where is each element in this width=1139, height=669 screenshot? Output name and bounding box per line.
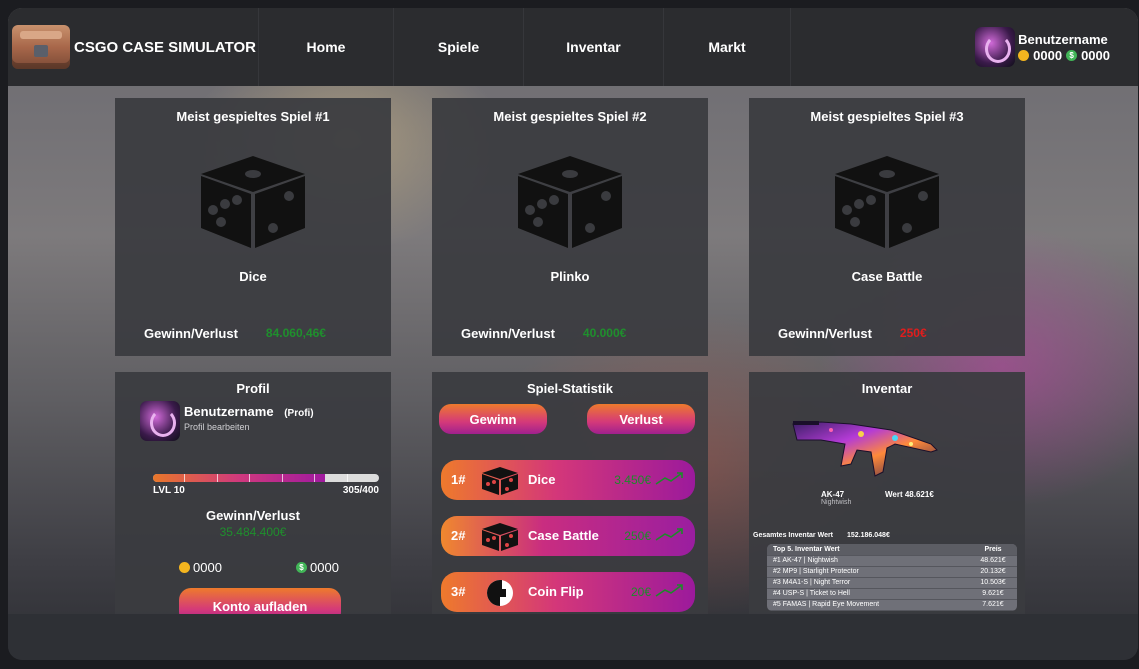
nav-inventar[interactable]: Inventar: [523, 8, 663, 86]
wl-value: 250€: [899, 326, 927, 340]
item-price: 9.621€: [969, 588, 1017, 600]
stat-rank: 2#: [451, 528, 466, 543]
trend-up-icon: [655, 472, 683, 485]
dice-icon: [482, 467, 518, 495]
win-filter-button[interactable]: Gewinn: [439, 404, 547, 434]
edit-profile-link[interactable]: Profil bearbeiten: [184, 422, 314, 432]
stat-name: Dice: [528, 472, 556, 487]
profile-name: Benutzername: [184, 404, 274, 419]
card-title: Meist gespieltes Spiel #1: [176, 109, 330, 124]
dice-icon: [835, 156, 939, 248]
profile-title: Profil: [236, 381, 270, 396]
stat-rank: 3#: [451, 584, 466, 599]
trend-up-icon: [655, 528, 683, 541]
stat-amount: 3.450€: [614, 473, 651, 487]
weapon-name: AK-47: [821, 490, 845, 499]
user-coins: 0000: [1033, 47, 1063, 63]
item-label: #4 USP-S | Ticket to Hell: [767, 588, 969, 600]
stats-title: Spiel-Statistik: [527, 381, 613, 396]
coin-icon: [179, 562, 190, 573]
navbar: CSGO CASE SIMULATOR Home Spiele Inventar…: [8, 8, 1138, 86]
table-row[interactable]: #1 AK-47 | Nightwish 48.621€: [767, 555, 1017, 567]
item-label: #2 MP9 | Starlight Protector: [767, 566, 969, 578]
profile-wl-value: 35.484.400€: [219, 525, 287, 539]
wl-value: 40.000€: [582, 326, 627, 340]
user-name: Benutzername: [1018, 31, 1108, 47]
profile-dollars: 0000: [310, 560, 339, 575]
item-label: #1 AK-47 | Nightwish: [767, 555, 969, 567]
top-game-card-3[interactable]: Meist gespieltes Spiel #3 Case Battle Ge…: [749, 98, 1025, 356]
stat-amount: 20€: [630, 585, 651, 599]
profile-panel: Profil Benutzername (Profi) Profil bearb…: [115, 372, 391, 630]
stat-rank: 1#: [451, 472, 466, 487]
item-label: #5 FAMAS | Rapid Eye Movement: [767, 599, 969, 611]
profile-avatar: [140, 401, 180, 441]
table-header-row: Top 5. Inventar Wert Preis: [767, 544, 1017, 556]
weapon-value: Wert 48.621€: [885, 490, 934, 499]
topup-button[interactable]: Konto aufladen: [179, 588, 341, 624]
table-head-label: Top 5. Inventar Wert: [767, 544, 969, 556]
nav-markt[interactable]: Markt: [663, 8, 791, 86]
stat-amount: 250€: [624, 529, 651, 543]
table-row[interactable]: #4 USP-S | Ticket to Hell 9.621€: [767, 588, 1017, 600]
coin-icon: [1018, 49, 1030, 61]
wl-label: Gewinn/Verlust: [461, 326, 555, 341]
user-dollars: 0000: [1081, 47, 1110, 63]
stats-panel: Spiel-Statistik Gewinn Verlust 1# Dice 3…: [432, 372, 708, 630]
item-label: #3 M4A1-S | Night Terror: [767, 577, 969, 589]
nav-home[interactable]: Home: [258, 8, 393, 86]
dice-icon: [482, 523, 518, 551]
top-game-card-1[interactable]: Meist gespieltes Spiel #1 Dice Gewinn/Ve…: [115, 98, 391, 356]
loss-filter-button[interactable]: Verlust: [587, 404, 695, 434]
item-price: 48.621€: [969, 555, 1017, 567]
app-frame: CSGO CASE SIMULATOR Home Spiele Inventar…: [8, 8, 1138, 660]
total-value: 152.186.048€: [847, 532, 890, 539]
dice-icon: [201, 156, 305, 248]
profile-wl-label: Gewinn/Verlust: [206, 508, 300, 523]
wl-label: Gewinn/Verlust: [778, 326, 872, 341]
game-name: Plinko: [550, 269, 590, 284]
trend-up-icon: [655, 584, 683, 597]
item-price: 10.503€: [969, 577, 1017, 589]
level-label: LVL 10: [153, 485, 185, 496]
game-name: Case Battle: [851, 269, 923, 284]
stat-row-2[interactable]: 2# Case Battle 250€: [441, 516, 695, 556]
table-head-price: Preis: [969, 544, 1017, 556]
card-title: Meist gespieltes Spiel #3: [810, 109, 964, 124]
weapon-skin: Nightwish: [821, 499, 852, 506]
top5-table: Top 5. Inventar Wert Preis #1 AK-47 | Ni…: [767, 544, 1017, 611]
inventory-panel: Inventar AK-47 Nightwish Wert 48.621€ Ge…: [749, 372, 1025, 630]
dollar-icon: $: [1066, 49, 1078, 61]
nav-spiele[interactable]: Spiele: [393, 8, 523, 86]
stat-name: Coin Flip: [528, 584, 584, 599]
item-price: 7.621€: [969, 599, 1017, 611]
table-row[interactable]: #5 FAMAS | Rapid Eye Movement 7.621€: [767, 599, 1017, 611]
game-name: Dice: [239, 269, 267, 284]
brand[interactable]: CSGO CASE SIMULATOR: [8, 8, 258, 86]
brand-title: CSGO CASE SIMULATOR: [74, 38, 256, 56]
wl-value: 84.060,46€: [265, 326, 326, 340]
stat-row-3[interactable]: 3# Coin Flip 20€: [441, 572, 695, 612]
table-row[interactable]: #3 M4A1-S | Night Terror 10.503€: [767, 577, 1017, 589]
item-price: 20.132€: [969, 566, 1017, 578]
case-logo-icon: [12, 25, 70, 69]
ak47-weapon-icon[interactable]: [791, 394, 941, 486]
avatar: [975, 27, 1016, 67]
total-label: Gesamtes Inventar Wert: [753, 532, 834, 539]
profile-coins: 0000: [193, 560, 222, 575]
dollar-icon: $: [296, 562, 307, 573]
stat-row-1[interactable]: 1# Dice 3.450€: [441, 460, 695, 500]
stat-name: Case Battle: [528, 528, 599, 543]
user-menu[interactable]: Benutzername 0000 $ 0000: [975, 27, 1110, 67]
xp-label: 305/400: [342, 485, 379, 496]
table-row[interactable]: #2 MP9 | Starlight Protector 20.132€: [767, 566, 1017, 578]
profile-tag: (Profi): [284, 408, 314, 419]
xp-progress-bar: [153, 474, 379, 482]
wl-label: Gewinn/Verlust: [144, 326, 238, 341]
dice-icon: [518, 156, 622, 248]
top-game-card-2[interactable]: Meist gespieltes Spiel #2 Plinko Gewinn/…: [432, 98, 708, 356]
coin-flip-icon: [487, 580, 513, 606]
card-title: Meist gespieltes Spiel #2: [493, 109, 647, 124]
